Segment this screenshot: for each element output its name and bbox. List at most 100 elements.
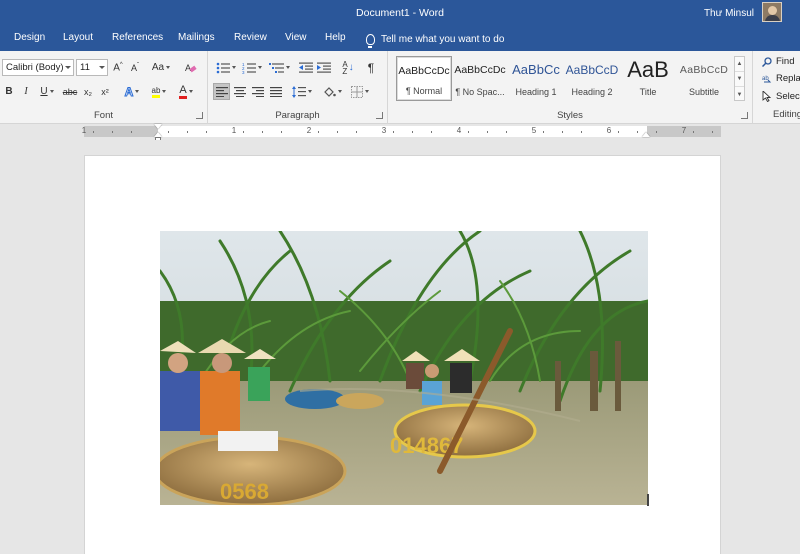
align-right-button[interactable] — [249, 83, 266, 100]
underline-icon: U — [40, 86, 48, 97]
align-center-button[interactable] — [231, 83, 248, 100]
select-button[interactable]: Selec — [762, 91, 800, 102]
ruler-tick — [393, 131, 394, 133]
decrease-indent-icon — [299, 62, 313, 73]
tab-review[interactable]: Review — [234, 32, 267, 43]
tab-mailings[interactable]: Mailings — [178, 32, 215, 43]
ruler-tick — [205, 131, 207, 133]
ruler-tick — [505, 131, 507, 133]
ruler-tick — [693, 131, 694, 133]
styles-dialog-launcher[interactable] — [741, 112, 748, 119]
style-title[interactable]: AaB Title — [620, 56, 676, 101]
align-left-button[interactable] — [213, 83, 230, 100]
svg-text:3: 3 — [242, 70, 245, 74]
tab-design[interactable]: Design — [14, 32, 45, 43]
tell-me-box[interactable]: Tell me what you want to do — [366, 30, 504, 48]
window-title: Document1 - Word — [356, 7, 444, 19]
ribbon-tabs: Design Layout References Mailings Review… — [0, 27, 800, 51]
clear-formatting-button[interactable]: A — [184, 59, 198, 76]
justify-button[interactable] — [267, 83, 284, 100]
right-indent-marker[interactable] — [642, 132, 650, 137]
ruler-tick — [543, 131, 544, 133]
style-heading-2[interactable]: AaBbCcD Heading 2 — [564, 56, 620, 101]
image-resize-handle[interactable] — [647, 494, 649, 506]
inserted-photo[interactable]: 014867 0568 — [160, 231, 648, 505]
ruler-tick — [411, 131, 413, 133]
align-left-icon — [215, 86, 228, 97]
show-formatting-button[interactable]: ¶ — [364, 59, 378, 76]
highlight-button[interactable]: ab — [147, 83, 171, 100]
style-name: Heading 2 — [571, 87, 613, 97]
tab-layout[interactable]: Layout — [63, 32, 93, 43]
line-spacing-button[interactable] — [290, 83, 314, 100]
horizontal-ruler[interactable]: 1 1 2 3 4 5 6 7 — [82, 126, 721, 137]
style-normal[interactable]: AaBbCcDc ¶ Normal — [396, 56, 452, 101]
ruler-number: 2 — [306, 126, 312, 135]
numbering-icon: 123 — [242, 62, 256, 74]
scroll-up-icon[interactable]: ▲ — [735, 57, 744, 72]
multilevel-list-icon — [268, 62, 284, 73]
grow-font-icon: A^ — [113, 61, 123, 74]
document-page[interactable]: 014867 0568 — [84, 155, 721, 554]
find-button[interactable]: Find — [762, 56, 794, 67]
style-heading-1[interactable]: AaBbCc Heading 1 — [508, 56, 564, 101]
paint-bucket-icon — [323, 86, 336, 97]
font-name-dropdown[interactable]: Calibri (Body) — [2, 59, 74, 76]
change-case-button[interactable]: Aa — [149, 59, 173, 76]
scroll-down-icon[interactable]: ▼ — [735, 72, 744, 87]
text-effects-button[interactable]: A — [121, 83, 143, 100]
ribbon: Calibri (Body) 11 A^ Aˇ Aa A B I U abc x… — [0, 51, 800, 124]
grow-font-button[interactable]: A^ — [111, 59, 125, 76]
paragraph-dialog-launcher[interactable] — [376, 112, 383, 119]
increase-indent-button[interactable] — [316, 59, 332, 76]
font-dialog-launcher[interactable] — [196, 112, 203, 119]
bullets-button[interactable] — [214, 59, 238, 76]
numbering-button[interactable]: 123 — [240, 59, 264, 76]
ruler-tick — [186, 131, 188, 133]
avatar[interactable] — [762, 2, 782, 22]
replace-label: Repla — [776, 73, 800, 84]
style-name: ¶ Normal — [405, 86, 443, 96]
font-color-icon: A — [179, 84, 187, 99]
tab-references[interactable]: References — [112, 32, 163, 43]
ruler-tick — [580, 131, 582, 133]
shrink-font-button[interactable]: Aˇ — [128, 59, 142, 76]
ruler-tick — [468, 131, 469, 133]
more-styles-icon[interactable]: ▼ — [735, 87, 744, 102]
line-spacing-icon — [292, 85, 306, 98]
bullets-icon — [216, 62, 230, 73]
tab-help[interactable]: Help — [325, 32, 346, 43]
multilevel-list-button[interactable] — [266, 59, 292, 76]
replace-button[interactable]: ab Repla — [762, 73, 800, 84]
underline-button[interactable]: U — [36, 83, 58, 100]
font-color-button[interactable]: A — [174, 83, 198, 100]
cursor-icon — [762, 91, 772, 102]
borders-icon — [351, 85, 363, 98]
increase-indent-icon — [317, 62, 331, 73]
font-size-dropdown[interactable]: 11 — [76, 59, 108, 76]
ruler-left-margin — [84, 126, 158, 137]
borders-button[interactable] — [348, 83, 372, 100]
sort-button[interactable]: A Z ↓ — [340, 59, 356, 76]
style-no-spacing[interactable]: AaBbCcDc ¶ No Spac... — [452, 56, 508, 101]
ruler-number: 5 — [531, 126, 537, 135]
style-name: Title — [639, 87, 657, 97]
superscript-button[interactable]: x² — [98, 83, 112, 100]
strikethrough-button[interactable]: abc — [62, 83, 78, 100]
decrease-indent-button[interactable] — [298, 59, 314, 76]
paragraph-group: 123 A Z ↓ ¶ Paragraph — [208, 51, 388, 124]
subscript-button[interactable]: x₂ — [81, 83, 95, 100]
tab-view[interactable]: View — [285, 32, 307, 43]
paragraph-group-label: Paragraph — [275, 110, 320, 121]
subscript-icon: x₂ — [84, 86, 92, 97]
italic-button[interactable]: I — [19, 83, 33, 100]
user-name[interactable]: Thư Minsul — [704, 8, 754, 19]
style-preview: AaBbCcDc — [398, 65, 450, 77]
shading-button[interactable] — [320, 83, 344, 100]
ruler-tick — [93, 131, 94, 133]
bold-button[interactable]: B — [2, 83, 16, 100]
first-line-indent-marker[interactable] — [154, 124, 162, 129]
ruler-tick — [655, 131, 657, 133]
title-bar: Document1 - Word Thư Minsul — [0, 0, 800, 27]
style-subtitle[interactable]: AaBbCcD Subtitle — [676, 56, 732, 101]
